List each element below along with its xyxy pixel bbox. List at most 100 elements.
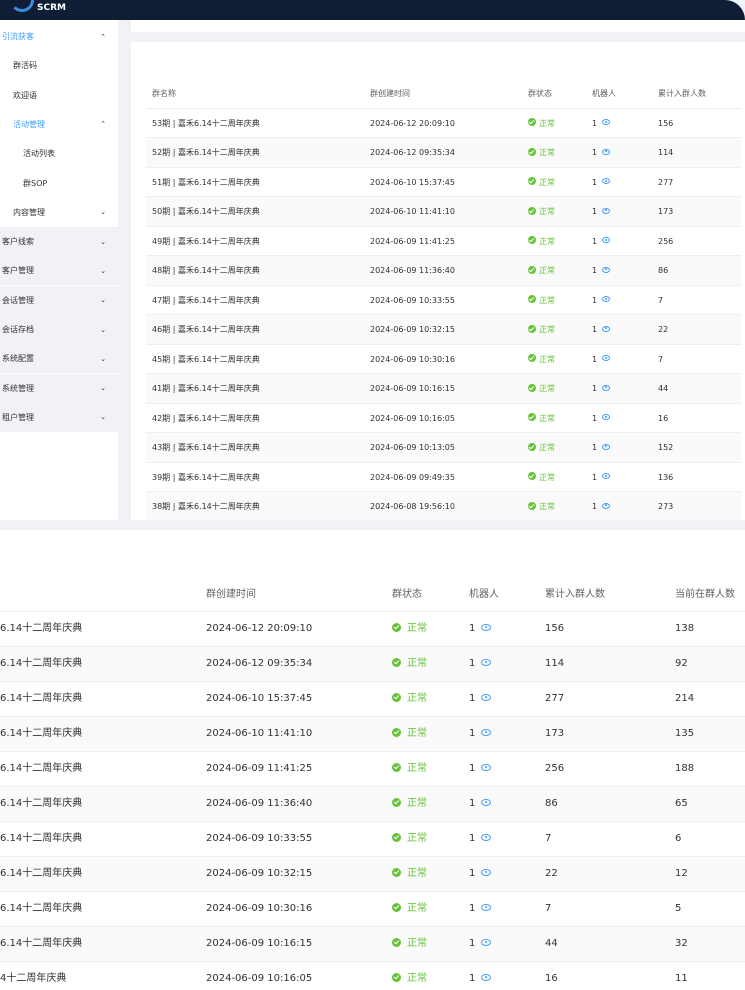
status-badge: 正常 xyxy=(407,938,427,949)
eye-icon[interactable] xyxy=(602,207,611,214)
total-joined: 16 xyxy=(545,973,558,984)
eye-icon[interactable] xyxy=(481,833,492,841)
sidebar-item[interactable]: 内容管理 ⌄ xyxy=(0,198,118,227)
eye-icon[interactable] xyxy=(481,623,492,631)
status-badge: 正常 xyxy=(407,903,427,914)
eye-icon[interactable] xyxy=(602,502,611,509)
eye-icon[interactable] xyxy=(602,296,611,302)
table-row[interactable]: 6.14十二周年庆典 2024-06-12 20:09:10 正常 1 156 138 xyxy=(0,612,745,647)
total-joined: 277 xyxy=(545,693,565,704)
eye-icon[interactable] xyxy=(602,178,611,184)
sidebar-item[interactable]: 欢迎语 xyxy=(0,81,118,110)
chevron-down-icon: ⌄ xyxy=(100,354,106,363)
status-cell: 正常 xyxy=(528,345,555,374)
table-row[interactable]: 42期 | 嘉禾6.14十二周年庆典 2024-06-09 10:16:05 正常 1… xyxy=(146,404,741,433)
sidebar-item[interactable]: 活动列表 xyxy=(0,139,118,168)
sidebar-item[interactable]: 会话管理 ⌄ xyxy=(0,285,118,315)
group-name: 52期 | 嘉禾6.14十二周年庆典 xyxy=(152,148,260,157)
eye-icon[interactable] xyxy=(481,798,492,806)
status-badge: 正常 xyxy=(539,118,555,128)
table-row[interactable]: 51期 | 嘉禾6.14十二周年庆典 2024-06-10 15:37:45 正常 1… xyxy=(146,168,741,197)
table-row[interactable]: 6.14十二周年庆典 2024-06-09 10:16:15 正常 1 44 32 xyxy=(0,927,745,962)
eye-icon[interactable] xyxy=(602,384,611,391)
sidebar-item[interactable]: 会话存档 ⌄ xyxy=(0,315,118,344)
table-row[interactable]: 53期 | 嘉禾6.14十二周年庆典 2024-06-12 20:09:10 正常 1… xyxy=(146,109,741,138)
table-row[interactable]: 6.14十二周年庆典 2024-06-10 15:37:45 正常 1 277 214 xyxy=(0,682,745,717)
created-time: 2024-06-09 11:36:40 xyxy=(370,266,455,275)
eye-icon[interactable] xyxy=(602,443,611,450)
status-cell: 正常 xyxy=(528,374,555,403)
eye-icon[interactable] xyxy=(602,325,611,332)
created-time: 2024-06-09 10:30:16 xyxy=(206,903,313,914)
total-joined: 44 xyxy=(658,384,669,393)
total-joined: 156 xyxy=(545,623,565,634)
sidebar-item[interactable]: 客户线索 ⌄ xyxy=(0,227,118,257)
status-badge: 正常 xyxy=(539,354,555,364)
group-name: 6.14十二周年庆典 xyxy=(0,693,83,704)
table-row[interactable]: 39期 | 嘉禾6.14十二周年庆典 2024-06-09 09:49:35 正常 1… xyxy=(146,463,741,492)
table-row[interactable]: 46期 | 嘉禾6.14十二周年庆典 2024-06-09 10:32:15 正常 1… xyxy=(146,315,741,345)
sidebar-item[interactable]: 客户管理 ⌄ xyxy=(0,256,118,286)
table-row[interactable]: 6.14十二周年庆典 2024-06-12 09:35:34 正常 1 114 92 xyxy=(0,647,745,682)
eye-icon[interactable] xyxy=(481,658,492,666)
total-joined: 7 xyxy=(658,354,664,364)
eye-icon[interactable] xyxy=(602,355,611,361)
table-row[interactable]: 6.14十二周年庆典 2024-06-09 11:41:25 正常 1 256 188 xyxy=(0,752,745,787)
robot-count: 1 xyxy=(592,384,598,393)
robot-count: 1 xyxy=(592,207,598,216)
robot-count: 1 xyxy=(592,443,598,452)
eye-icon[interactable] xyxy=(602,414,611,420)
table-row[interactable]: 38期 | 嘉禾6.14十二周年庆典 2024-06-08 19:56:10 正常 1… xyxy=(146,492,741,520)
chevron-up-icon: ⌃ xyxy=(100,32,106,41)
table-row[interactable]: 6.14十二周年庆典 2024-06-09 10:30:16 正常 1 7 5 xyxy=(0,892,745,927)
table-row[interactable]: 6.14十二周年庆典 2024-06-09 10:33:55 正常 1 7 6 xyxy=(0,822,745,857)
sidebar-item[interactable]: 引流获客 ⌃ xyxy=(0,22,118,51)
eye-icon[interactable] xyxy=(602,148,611,155)
check-circle-icon xyxy=(392,692,401,702)
status-cell: 正常 xyxy=(392,927,427,961)
current-members: 32 xyxy=(675,938,688,949)
table-row[interactable]: 6.14十二周年庆典 2024-06-09 11:36:40 正常 1 86 65 xyxy=(0,787,745,822)
table-row[interactable]: 6.14十二周年庆典 2024-06-10 11:41:10 正常 1 173 135 xyxy=(0,717,745,752)
eye-icon[interactable] xyxy=(602,119,611,125)
table-row[interactable]: 6.14十二周年庆典 2024-06-09 10:32:15 正常 1 22 12 xyxy=(0,857,745,892)
table-row[interactable]: 52期 | 嘉禾6.14十二周年庆典 2024-06-12 09:35:34 正常 1… xyxy=(146,138,741,168)
table-row[interactable]: 45期 | 嘉禾6.14十二周年庆典 2024-06-09 10:30:16 正常 1… xyxy=(146,345,741,374)
sidebar-item[interactable]: 系统配置 ⌄ xyxy=(0,344,118,374)
status-badge: 正常 xyxy=(539,502,555,511)
table-row[interactable]: 50期 | 嘉禾6.14十二周年庆典 2024-06-10 11:41:10 正常 1… xyxy=(146,197,741,227)
table-row[interactable]: 49期 | 嘉禾6.14十二周年庆典 2024-06-09 11:41:25 正常 1… xyxy=(146,227,741,256)
column-header: 累计入群人数 xyxy=(545,589,605,600)
eye-icon[interactable] xyxy=(602,266,611,273)
check-circle-icon xyxy=(392,727,401,737)
robot-cell: 1 xyxy=(592,286,611,315)
total-joined: 16 xyxy=(658,413,669,423)
sidebar-item[interactable]: 系统管理 ⌄ xyxy=(0,373,118,403)
table-row[interactable]: 4十二周年庆典 2024-06-09 10:16:05 正常 1 16 11 xyxy=(0,962,745,990)
table-row[interactable]: 47期 | 嘉禾6.14十二周年庆典 2024-06-09 10:33:55 正常 1… xyxy=(146,286,741,315)
sidebar-item[interactable]: 活动管理 ⌃ xyxy=(0,110,118,139)
sidebar-item[interactable]: 租户管理 ⌄ xyxy=(0,402,118,432)
eye-icon[interactable] xyxy=(481,903,492,911)
current-members: 11 xyxy=(675,973,688,984)
sidebar-item-label: 活动管理 xyxy=(13,119,45,129)
eye-icon[interactable] xyxy=(481,763,492,771)
eye-icon[interactable] xyxy=(481,868,492,876)
robot-cell: 1 xyxy=(469,717,492,751)
table-row[interactable]: 43期 | 嘉禾6.14十二周年庆典 2024-06-09 10:13:05 正常 1… xyxy=(146,433,741,463)
eye-icon[interactable] xyxy=(481,693,492,701)
table-row[interactable]: 41期 | 嘉禾6.14十二周年庆典 2024-06-09 10:16:15 正常 1… xyxy=(146,374,741,404)
top-navbar: SCRM xyxy=(0,0,745,20)
table-row[interactable]: 48期 | 嘉禾6.14十二周年庆典 2024-06-09 11:36:40 正常 1… xyxy=(146,256,741,286)
eye-icon[interactable] xyxy=(481,728,492,736)
sidebar-item[interactable]: 群SOP xyxy=(0,169,118,198)
total-joined: 136 xyxy=(658,472,674,482)
status-cell: 正常 xyxy=(392,682,427,716)
eye-icon[interactable] xyxy=(602,473,611,479)
status-cell: 正常 xyxy=(392,647,427,681)
eye-icon[interactable] xyxy=(481,938,492,946)
eye-icon[interactable] xyxy=(481,973,492,981)
sidebar-item[interactable]: 群活码 xyxy=(0,51,118,80)
sidebar-item-label: 活动列表 xyxy=(23,149,55,159)
eye-icon[interactable] xyxy=(602,237,611,243)
